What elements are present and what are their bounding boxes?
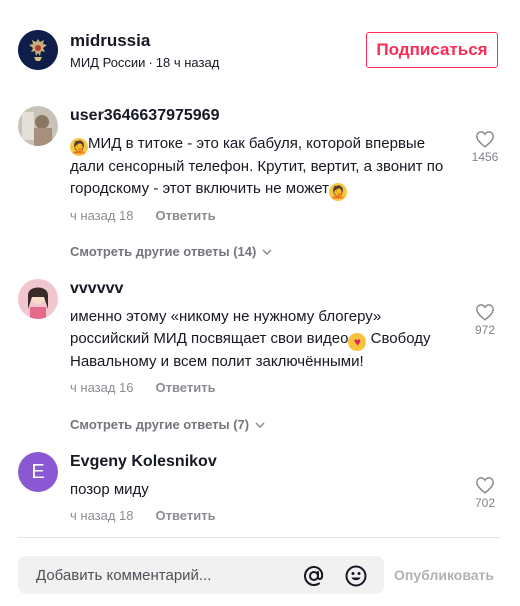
- divider: [18, 537, 500, 538]
- view-more-replies-label: Смотреть другие ответы (7): [70, 417, 250, 432]
- heart-outline-icon: [476, 304, 494, 321]
- reply-button[interactable]: Ответить: [156, 508, 216, 523]
- user-photo-icon: [18, 279, 58, 319]
- user-photo-icon: [18, 106, 58, 146]
- post-time: 18 ч назад: [155, 55, 220, 70]
- comment-time: ч назад 18: [70, 508, 134, 523]
- comment-avatar[interactable]: E: [18, 452, 58, 492]
- comment-body: vvvvvv именно этому «никому не нужному б…: [70, 279, 460, 395]
- publish-button[interactable]: Опубликовать: [394, 567, 494, 583]
- like-count: 702: [474, 496, 496, 510]
- follow-button[interactable]: Подписаться: [366, 32, 498, 68]
- facepalm-emoji: 🤦: [329, 183, 347, 201]
- comment-body: Evgeny Kolesnikov позор миду ч назад 18 О…: [70, 452, 460, 523]
- comment-username[interactable]: vvvvvv: [70, 279, 460, 299]
- emoji-picker-button[interactable]: [344, 564, 368, 588]
- comment-meta: ч назад 18 Ответить: [70, 508, 460, 523]
- author-username[interactable]: midrussia: [70, 31, 150, 51]
- comment-input[interactable]: [36, 556, 306, 594]
- facepalm-emoji: 🤦: [70, 138, 88, 156]
- avatar-letter: E: [31, 460, 45, 483]
- comment-text: позор миду: [70, 481, 149, 498]
- smiley-icon: [345, 565, 367, 587]
- comment-text-part: МИД в титоке - это как бабуля, которой в…: [70, 135, 444, 197]
- view-more-replies[interactable]: Смотреть другие ответы (7): [70, 417, 265, 432]
- comment-text: именно этому «никому не нужному блогеру»…: [70, 306, 460, 373]
- comment-text-part: именно этому «никому не нужному блогеру»…: [70, 308, 382, 347]
- heart-outline-icon: [476, 131, 494, 148]
- comment-meta: ч назад 18 Ответить: [70, 208, 460, 223]
- mention-button[interactable]: [302, 564, 326, 588]
- author-avatar[interactable]: [18, 30, 58, 70]
- comment-meta: ч назад 16 Ответить: [70, 380, 460, 395]
- like-count: 1456: [471, 150, 499, 164]
- at-sign-icon: [303, 565, 324, 587]
- comment-username[interactable]: user3646637975969: [70, 106, 460, 126]
- reply-button[interactable]: Ответить: [156, 208, 216, 223]
- like-button[interactable]: 1456: [470, 130, 500, 164]
- meta-separator: ·: [148, 55, 153, 70]
- like-button[interactable]: 702: [470, 476, 500, 510]
- like-button[interactable]: 972: [470, 303, 500, 337]
- comment-body: user3646637975969 🤦 МИД в титоке - это ка…: [70, 106, 460, 223]
- coat-of-arms-icon: [18, 30, 58, 70]
- comment-username[interactable]: Evgeny Kolesnikov: [70, 452, 460, 472]
- view-more-replies[interactable]: Смотреть другие ответы (14): [70, 244, 272, 259]
- reply-button[interactable]: Ответить: [156, 380, 216, 395]
- author-subline: МИД России · 18 ч назад: [70, 55, 219, 70]
- comment-time: ч назад 18: [70, 208, 134, 223]
- chevron-down-icon: [262, 248, 272, 255]
- author-display-name: МИД России: [70, 55, 146, 70]
- comment-avatar[interactable]: [18, 279, 58, 319]
- comment-composer: [18, 556, 384, 594]
- comment-text: 🤦 МИД в титоке - это как бабуля, которой …: [70, 133, 460, 201]
- heart-outline-icon: [476, 477, 494, 494]
- view-more-replies-label: Смотреть другие ответы (14): [70, 244, 257, 259]
- like-count: 972: [474, 323, 496, 337]
- post-header: midrussia МИД России · 18 ч назад Подписат…: [18, 30, 500, 74]
- chevron-down-icon: [255, 421, 265, 428]
- comment-avatar[interactable]: [18, 106, 58, 146]
- smiling-face-with-hearts-emoji: ♥: [348, 333, 367, 351]
- comment-time: ч назад 16: [70, 380, 134, 395]
